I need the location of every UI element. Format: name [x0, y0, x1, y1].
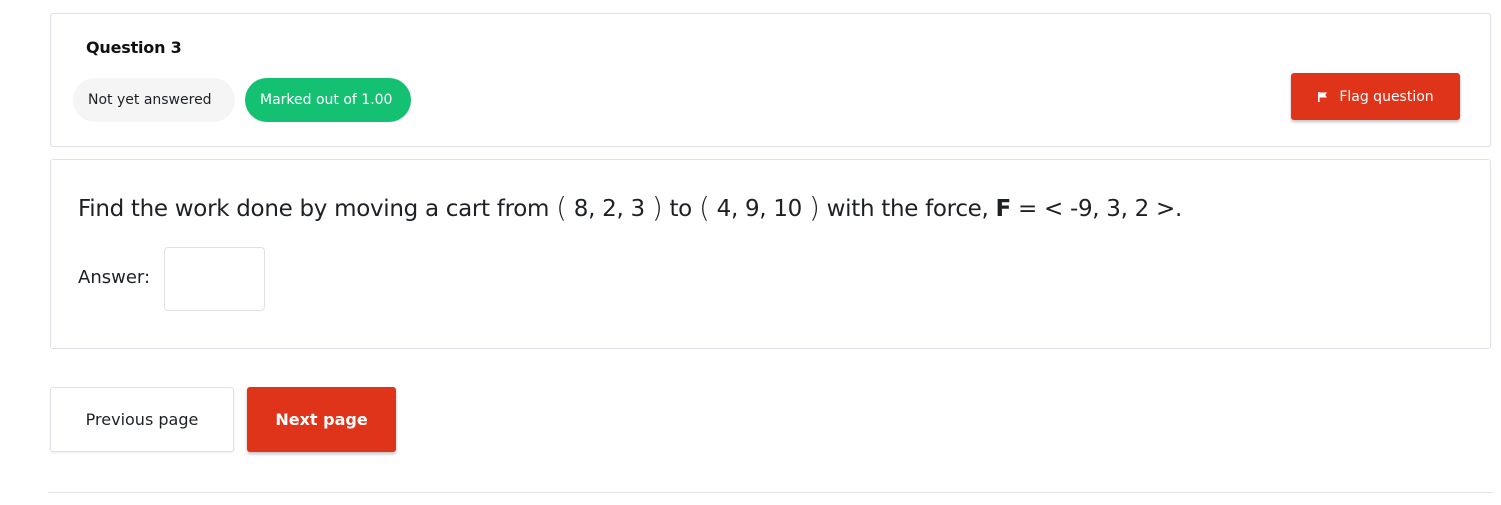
open-paren: ( [698, 191, 710, 224]
footer-divider [48, 492, 1493, 493]
question-number: Question 3 [86, 38, 182, 57]
end-point: 4, 9, 10 [709, 196, 809, 222]
question-content-card: Find the work done by moving a cart from… [50, 159, 1491, 349]
question-text-part: Find the work done by moving a cart from [78, 196, 557, 222]
flag-question-label: Flag question [1339, 88, 1434, 105]
open-paren: ( [556, 191, 567, 224]
quiz-page: Question 3 Not yet answered Marked out o… [0, 0, 1501, 505]
force-symbol: F [995, 196, 1012, 222]
start-point: 8, 2, 3 [566, 196, 652, 222]
close-paren: ) [651, 191, 663, 224]
flag-icon [1317, 91, 1329, 103]
question-mark-badge: Marked out of 1.00 [245, 78, 411, 122]
question-text-part: to [662, 196, 699, 222]
answer-input[interactable] [164, 247, 265, 311]
next-page-button[interactable]: Next page [247, 387, 396, 452]
force-vector: = < -9, 3, 2 >. [1010, 196, 1182, 222]
flag-question-button[interactable]: Flag question [1291, 73, 1460, 120]
answer-label: Answer: [78, 267, 151, 288]
close-paren: ) [809, 191, 820, 224]
previous-page-button[interactable]: Previous page [50, 387, 234, 452]
question-text: Find the work done by moving a cart from… [78, 190, 1182, 224]
question-text-part: with the force, [819, 196, 996, 222]
question-info-card: Question 3 Not yet answered Marked out o… [50, 13, 1491, 147]
question-state-badge: Not yet answered [73, 78, 235, 122]
